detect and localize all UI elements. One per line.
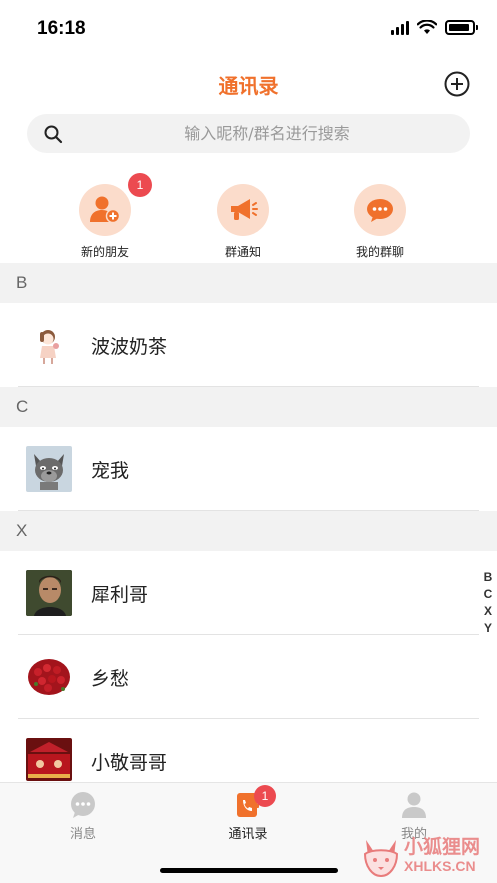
megaphone-icon	[231, 199, 258, 220]
group-chat-icon	[367, 199, 393, 222]
quick-actions: 1 新的朋友 群通知 我的群聊	[0, 173, 497, 262]
avatar[interactable]	[26, 570, 72, 616]
roses-avatar-icon	[28, 659, 70, 695]
add-friend-icon	[90, 196, 121, 224]
alpha-index-letter[interactable]: C	[478, 586, 497, 603]
cellular-signal-icon	[391, 20, 409, 35]
man-photo-avatar-icon	[26, 570, 72, 616]
cartoon-girl-avatar-icon	[40, 330, 59, 364]
new-friends-button[interactable]: 1 新的朋友	[55, 173, 155, 260]
tab-label: 通讯录	[228, 827, 268, 842]
contact-name: 波波奶茶	[91, 336, 168, 358]
contacts-tab-badge: 1	[254, 785, 276, 807]
group-notice-icon-circle	[217, 184, 269, 236]
cartoon-wolf-avatar-icon	[34, 454, 64, 490]
watermark-url: XHLKS.CN	[404, 858, 476, 874]
wifi-icon	[417, 20, 437, 34]
group-notice-button[interactable]: 群通知	[193, 184, 293, 260]
section-header-b: B	[0, 263, 497, 303]
section-letter: X	[16, 521, 28, 540]
contact-name: 宠我	[91, 460, 130, 482]
group-notice-label: 群通知	[224, 245, 261, 259]
red-bedroom-avatar-icon	[26, 738, 72, 781]
status-icons	[391, 20, 478, 35]
tab-messages[interactable]: 消息	[33, 791, 133, 842]
watermark: 小狐狸网 XHLKS.CN	[360, 832, 497, 883]
page-title: 通讯录	[218, 74, 279, 98]
alphabet-index[interactable]: B C X Y	[478, 569, 497, 637]
search-icon	[44, 125, 63, 144]
person-icon	[402, 792, 426, 818]
avatar[interactable]	[26, 446, 72, 492]
new-friends-label: 新的朋友	[80, 245, 129, 259]
avatar[interactable]	[26, 738, 72, 781]
contact-name: 小敬哥哥	[91, 752, 168, 774]
fox-logo-icon	[363, 840, 399, 878]
tab-contacts[interactable]: 1 通讯录	[198, 785, 298, 842]
search-input[interactable]	[72, 114, 462, 153]
contact-row[interactable]: 乡愁	[0, 635, 497, 719]
contact-row[interactable]: 犀利哥	[0, 551, 497, 635]
my-groups-icon-circle	[354, 184, 406, 236]
contact-row[interactable]: 宠我	[0, 427, 497, 511]
search-bar[interactable]	[27, 114, 470, 153]
section-letter: C	[16, 397, 29, 416]
new-friends-icon-circle: 1	[79, 173, 152, 236]
tab-label: 消息	[69, 827, 96, 842]
chat-bubble-icon	[71, 792, 95, 818]
battery-level	[449, 24, 469, 31]
contact-name: 乡愁	[91, 668, 130, 690]
alpha-index-letter[interactable]: X	[478, 603, 497, 620]
status-time: 16:18	[37, 18, 86, 39]
new-friends-badge: 1	[128, 173, 152, 197]
battery-icon	[445, 20, 478, 35]
my-groups-button[interactable]: 我的群聊	[330, 184, 430, 260]
contact-name: 犀利哥	[91, 584, 149, 606]
my-groups-label: 我的群聊	[355, 245, 404, 259]
watermark-text: 小狐狸网	[404, 836, 481, 858]
status-bar: 16:18	[0, 0, 497, 60]
section-header-x: X	[0, 511, 497, 551]
section-header-c: C	[0, 387, 497, 427]
avatar[interactable]	[26, 654, 72, 700]
avatar[interactable]	[26, 322, 72, 368]
alpha-index-letter[interactable]: Y	[478, 620, 497, 637]
contact-row[interactable]: 小敬哥哥	[0, 719, 497, 783]
alpha-index-letter[interactable]: B	[478, 569, 497, 586]
home-indicator	[160, 868, 338, 873]
section-letter: B	[16, 273, 28, 292]
plus-circle-icon[interactable]	[444, 71, 470, 97]
contact-row[interactable]: 波波奶茶	[0, 303, 497, 387]
